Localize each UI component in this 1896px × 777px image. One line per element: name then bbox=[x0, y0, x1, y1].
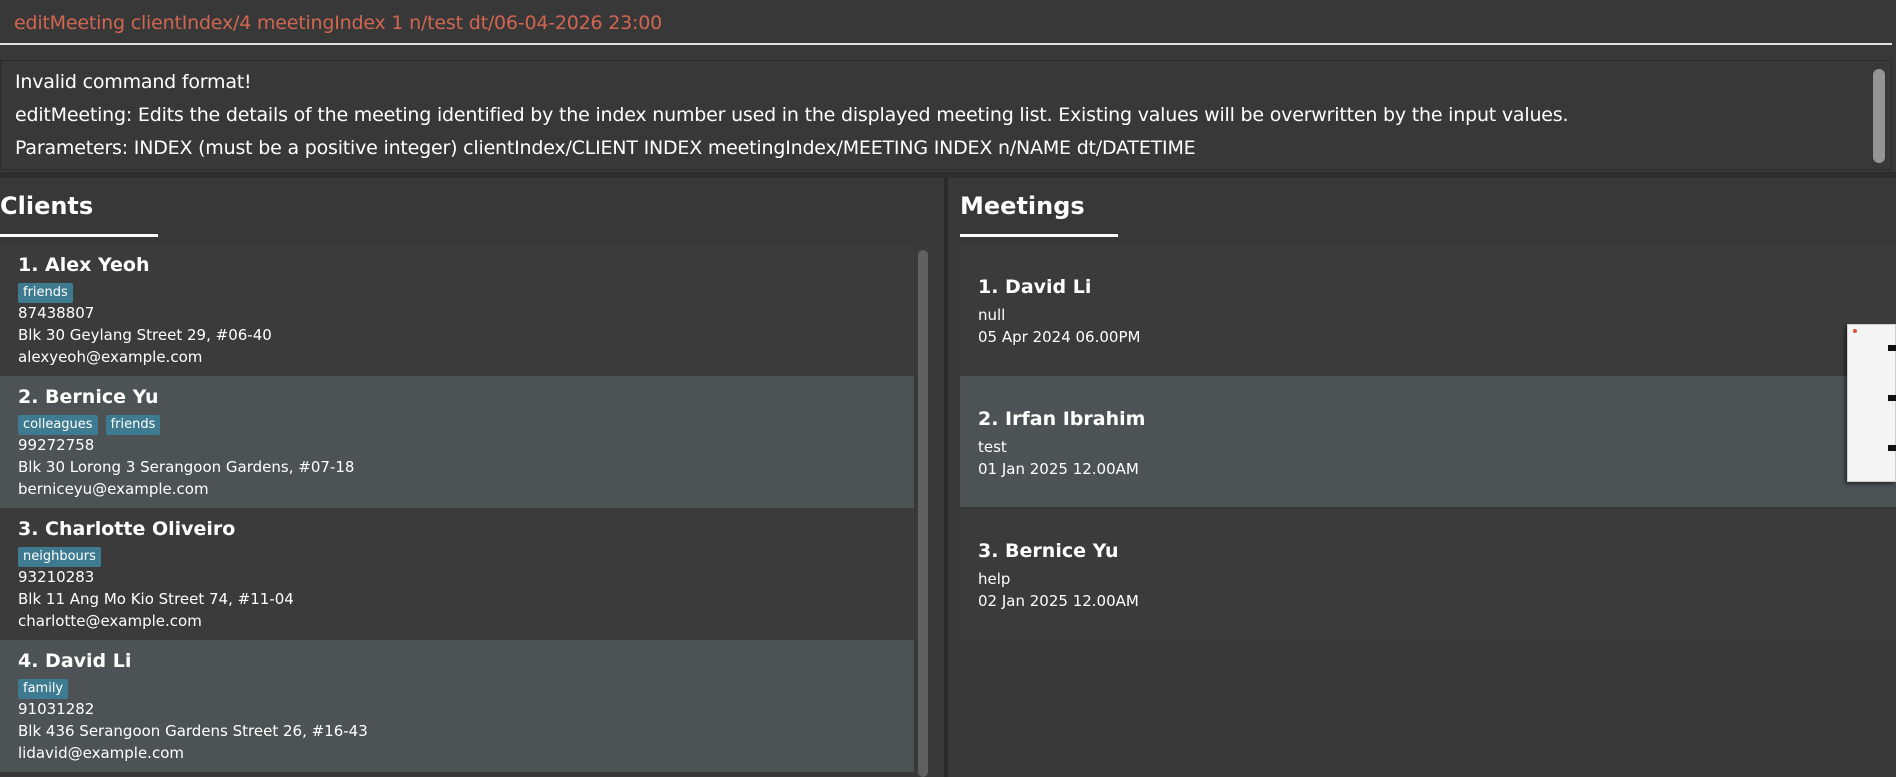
client-name: 1. Alex Yeoh bbox=[18, 254, 150, 276]
result-line-usage: editMeeting: Edits the details of the me… bbox=[15, 104, 1569, 126]
client-phone: 91031282 bbox=[18, 700, 95, 718]
client-phone: 93210283 bbox=[18, 568, 95, 586]
meetings-title: Meetings bbox=[960, 192, 1085, 220]
client-name: 3. Charlotte Oliveiro bbox=[18, 518, 236, 540]
meeting-title: help bbox=[978, 570, 1011, 588]
client-card[interactable]: 2. Bernice Yu colleagues friends 9927275… bbox=[0, 376, 914, 508]
client-email: berniceyu@example.com bbox=[18, 480, 209, 498]
window-close-icon bbox=[1853, 329, 1857, 333]
client-name: 4. David Li bbox=[18, 650, 132, 672]
client-phone: 87438807 bbox=[18, 304, 95, 322]
clients-title: Clients bbox=[0, 192, 94, 220]
client-name: 2. Bernice Yu bbox=[18, 386, 159, 408]
client-address: Blk 436 Serangoon Gardens Street 26, #16… bbox=[18, 722, 368, 740]
result-display: Invalid command format! editMeeting: Edi… bbox=[0, 60, 1892, 170]
client-email: alexyeoh@example.com bbox=[18, 348, 203, 366]
meeting-datetime: 05 Apr 2024 06.00PM bbox=[978, 328, 1141, 346]
command-input[interactable] bbox=[14, 6, 1884, 40]
client-tags: friends bbox=[18, 283, 73, 303]
client-address: Blk 30 Lorong 3 Serangoon Gardens, #07-1… bbox=[18, 458, 355, 476]
client-tags: colleagues friends bbox=[18, 415, 161, 435]
client-list: 1. Alex Yeoh friends 87438807 Blk 30 Gey… bbox=[0, 244, 914, 777]
client-card[interactable]: 3. Charlotte Oliveiro neighbours 9321028… bbox=[0, 508, 914, 640]
meetings-panel: Meetings 1. David Li null 05 Apr 2024 06… bbox=[948, 178, 1896, 777]
client-address: Blk 30 Geylang Street 29, #06-40 bbox=[18, 326, 272, 344]
client-phone: 99272758 bbox=[18, 436, 95, 454]
meeting-datetime: 01 Jan 2025 12.00AM bbox=[978, 460, 1139, 478]
meeting-card[interactable]: 3. Bernice Yu help 02 Jan 2025 12.00AM bbox=[960, 508, 1896, 639]
thumbnail-bar bbox=[1888, 395, 1896, 401]
tag-label: colleagues bbox=[18, 415, 98, 435]
client-scrollbar-thumb[interactable] bbox=[918, 250, 928, 777]
client-tags: neighbours bbox=[18, 547, 101, 567]
client-email: charlotte@example.com bbox=[18, 612, 202, 630]
meeting-client-name: 2. Irfan Ibrahim bbox=[978, 408, 1146, 430]
meeting-title: null bbox=[978, 306, 1006, 324]
meeting-client-name: 3. Bernice Yu bbox=[978, 540, 1119, 562]
clients-panel: Clients 1. Alex Yeoh friends 87438807 Bl… bbox=[0, 178, 944, 777]
client-address: Blk 11 Ang Mo Kio Street 74, #11-04 bbox=[18, 590, 294, 608]
command-underline bbox=[0, 43, 1892, 45]
tag-label: family bbox=[18, 679, 69, 699]
client-card[interactable]: 1. Alex Yeoh friends 87438807 Blk 30 Gey… bbox=[0, 244, 914, 376]
client-email: lidavid@example.com bbox=[18, 744, 184, 762]
meetings-title-underline bbox=[960, 234, 1118, 237]
meeting-card[interactable]: 1. David Li null 05 Apr 2024 06.00PM bbox=[960, 244, 1896, 375]
tag-label: friends bbox=[105, 415, 161, 435]
client-tags: family bbox=[18, 679, 69, 699]
meeting-title: test bbox=[978, 438, 1007, 456]
meeting-card[interactable]: 2. Irfan Ibrahim test 01 Jan 2025 12.00A… bbox=[960, 376, 1896, 507]
result-line-error: Invalid command format! bbox=[15, 71, 252, 93]
tag-label: friends bbox=[18, 283, 73, 303]
result-scrollbar[interactable] bbox=[1873, 69, 1885, 163]
result-line-parameters: Parameters: INDEX (must be a positive in… bbox=[15, 137, 1196, 159]
meeting-datetime: 02 Jan 2025 12.00AM bbox=[978, 592, 1139, 610]
tag-label: neighbours bbox=[18, 547, 101, 567]
client-card[interactable]: 4. David Li family 91031282 Blk 436 Sera… bbox=[0, 640, 914, 772]
clients-title-underline bbox=[0, 234, 158, 237]
window-thumbnail[interactable] bbox=[1847, 324, 1896, 482]
thumbnail-bar bbox=[1888, 345, 1896, 351]
command-box bbox=[0, 0, 1896, 48]
thumbnail-bar bbox=[1888, 445, 1896, 451]
meeting-client-name: 1. David Li bbox=[978, 276, 1092, 298]
meeting-list: 1. David Li null 05 Apr 2024 06.00PM 2. … bbox=[960, 244, 1896, 644]
